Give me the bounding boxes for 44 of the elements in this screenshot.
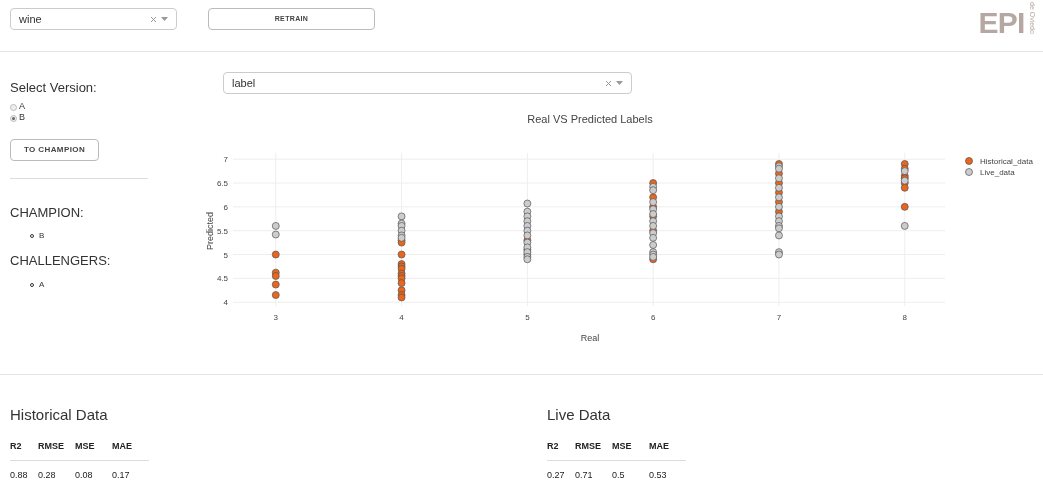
y-tick-label: 4 — [223, 298, 228, 308]
y-axis-label: Predicted — [205, 212, 215, 250]
y-tick-label: 5 — [223, 250, 228, 260]
x-tick-label: 3 — [273, 313, 278, 322]
x-tick-label: 4 — [399, 313, 404, 322]
x-tick-label: 8 — [902, 313, 907, 322]
column-header: MAE — [112, 439, 133, 453]
column-header: MAE — [649, 439, 670, 453]
x-axis-label: Real — [580, 333, 600, 343]
section-title: Select Version: — [10, 79, 98, 97]
legend-label: Historical_data — [980, 157, 1033, 166]
list-item: B — [30, 230, 200, 242]
section-title: CHALLENGERS: — [10, 252, 112, 270]
table-cell-text: 0.28 — [38, 469, 57, 481]
column-header: MSE — [75, 439, 96, 453]
chart-title: Real VS Predicted Labels — [527, 113, 653, 125]
list-item: A — [30, 278, 200, 291]
radio-label: B — [19, 111, 25, 125]
radio-label: A — [19, 100, 25, 114]
table-cell-text: 0.71 — [575, 469, 594, 481]
table-cell-text: 0.27 — [547, 469, 566, 481]
legend-label: Live_data — [980, 168, 1015, 177]
table-cell-text: 0.17 — [112, 469, 131, 481]
y-tick-label: 5.5 — [216, 226, 228, 236]
column-header: R2 — [10, 439, 23, 453]
table-cell-text: 0.53 — [649, 469, 668, 481]
y-tick-label: 6.5 — [216, 179, 228, 189]
table-cell-text: 0.08 — [75, 469, 94, 481]
logo-text: EPI — [978, 8, 1025, 38]
section-title: CHAMPION: — [10, 203, 85, 222]
section-title: Historical Data — [10, 405, 109, 425]
table-cell-text: 0.5 — [612, 469, 626, 481]
x-tick-label: 6 — [650, 313, 656, 322]
table-cell-text: 0.88 — [10, 469, 29, 481]
column-header: MSE — [612, 439, 633, 453]
column-header: R2 — [547, 439, 560, 453]
y-tick-label: 4.5 — [216, 274, 228, 284]
y-tick-label: 7 — [223, 155, 228, 165]
y-tick-label: 6 — [223, 202, 228, 212]
column-header: RMSE — [575, 439, 602, 453]
x-tick-label: 7 — [776, 313, 782, 322]
x-tick-label: 5 — [525, 313, 530, 322]
column-header: RMSE — [38, 439, 65, 453]
section-title: Live Data — [547, 405, 612, 425]
